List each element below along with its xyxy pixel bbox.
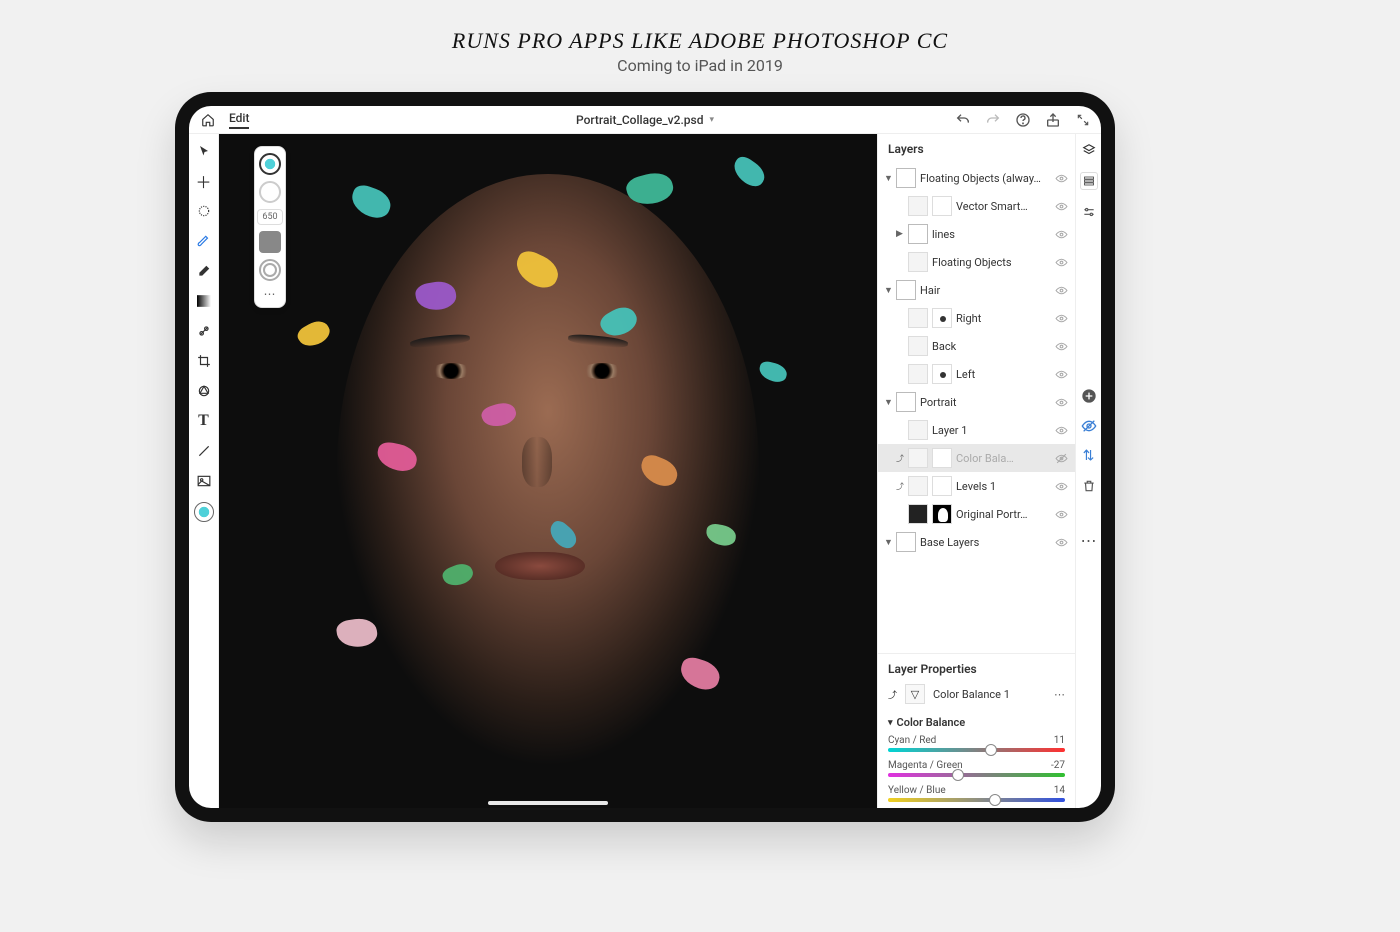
edit-menu[interactable]: Edit xyxy=(229,111,249,129)
help-icon[interactable] xyxy=(1015,112,1031,128)
layers-title: Layers xyxy=(878,134,1075,164)
adjustment-icon: ⤴ xyxy=(888,688,897,701)
layer-row[interactable]: ⤴Color Bala… xyxy=(878,444,1075,472)
line-tool-icon[interactable] xyxy=(195,442,213,460)
layer-list[interactable]: ▼Floating Objects (alway…Vector Smart…▶l… xyxy=(878,164,1075,653)
layer-row[interactable]: Vector Smart… xyxy=(878,192,1075,220)
layer-row[interactable]: ▶lines xyxy=(878,220,1075,248)
current-layer-name: Color Balance 1 xyxy=(933,688,1046,701)
shape-tool-icon[interactable] xyxy=(195,382,213,400)
artwork-portrait xyxy=(219,134,877,808)
properties-icon[interactable] xyxy=(1080,172,1098,190)
top-bar: Edit Portrait_Collage_v2.psd ▾ xyxy=(189,106,1101,134)
type-tool-icon[interactable]: T xyxy=(195,412,213,430)
color-balance-slider[interactable]: Magenta / Green-27 xyxy=(878,758,1075,783)
chevron-down-icon[interactable]: ▾ xyxy=(709,115,714,125)
layer-group[interactable]: ▼Floating Objects (alway… xyxy=(878,164,1075,192)
document-name[interactable]: Portrait_Collage_v2.psd xyxy=(576,113,703,127)
menu-icon[interactable]: ⋯ xyxy=(1081,532,1097,548)
layer-row[interactable]: Original Portr… xyxy=(878,500,1075,528)
fullscreen-icon[interactable] xyxy=(1075,112,1091,128)
adjustment-thumb: ▽ xyxy=(905,684,925,704)
color-swatch-tool[interactable] xyxy=(194,502,214,522)
color-balance-header[interactable]: ▾ Color Balance xyxy=(878,708,1075,733)
marketing-subheadline: Coming to iPad in 2019 xyxy=(0,56,1400,75)
color-balance-slider[interactable]: Cyan / Red11 xyxy=(878,733,1075,758)
layer-properties-current: ⤴ ▽ Color Balance 1 ⋯ xyxy=(878,680,1075,708)
layer-group[interactable]: ▼Hair xyxy=(878,276,1075,304)
home-indicator[interactable] xyxy=(488,801,608,805)
gradient-tool-icon[interactable] xyxy=(195,292,213,310)
move-tool-icon[interactable] xyxy=(195,142,213,160)
left-toolbar: ＋ T xyxy=(189,134,219,808)
trash-icon[interactable] xyxy=(1081,478,1097,494)
layers-panel: Layers ▼Floating Objects (alway…Vector S… xyxy=(877,134,1075,808)
crop-tool-icon[interactable] xyxy=(195,352,213,370)
add-tool-icon[interactable]: ＋ xyxy=(195,172,213,190)
marketing-headline: Runs pro apps like Adobe Photoshop CC xyxy=(0,28,1400,54)
home-icon[interactable] xyxy=(199,112,217,128)
layer-group[interactable]: ▼Portrait xyxy=(878,388,1075,416)
visibility-off-icon[interactable] xyxy=(1081,418,1097,434)
color-balance-slider[interactable]: Yellow / Blue14 xyxy=(878,783,1075,808)
reorder-icon[interactable]: ⇅ xyxy=(1081,448,1097,464)
layer-properties-title: Layer Properties xyxy=(878,653,1075,680)
more-icon[interactable]: ⋯ xyxy=(1054,688,1065,701)
layer-row[interactable]: Right xyxy=(878,304,1075,332)
undo-icon[interactable] xyxy=(955,112,971,128)
image-tool-icon[interactable] xyxy=(195,472,213,490)
ipad-frame: Edit Portrait_Collage_v2.psd ▾ ＋ xyxy=(175,92,1115,822)
layer-row[interactable]: Back xyxy=(878,332,1075,360)
healing-tool-icon[interactable] xyxy=(195,322,213,340)
right-rail: ⇅ ⋯ xyxy=(1075,134,1101,808)
brush-tool-icon[interactable] xyxy=(195,232,213,250)
layers-icon[interactable] xyxy=(1081,142,1097,158)
lasso-tool-icon[interactable] xyxy=(195,202,213,220)
share-icon[interactable] xyxy=(1045,112,1061,128)
eraser-tool-icon[interactable] xyxy=(195,262,213,280)
redo-icon[interactable] xyxy=(985,112,1001,128)
adjustments-icon[interactable] xyxy=(1081,204,1097,220)
layer-group[interactable]: ▼Base Layers xyxy=(878,528,1075,556)
canvas[interactable]: 650 ⋯ xyxy=(219,134,877,808)
add-layer-icon[interactable] xyxy=(1081,388,1097,404)
layer-row[interactable]: ⤴Levels 1 xyxy=(878,472,1075,500)
layer-row[interactable]: Layer 1 xyxy=(878,416,1075,444)
layer-row[interactable]: Left xyxy=(878,360,1075,388)
layer-row[interactable]: Floating Objects xyxy=(878,248,1075,276)
